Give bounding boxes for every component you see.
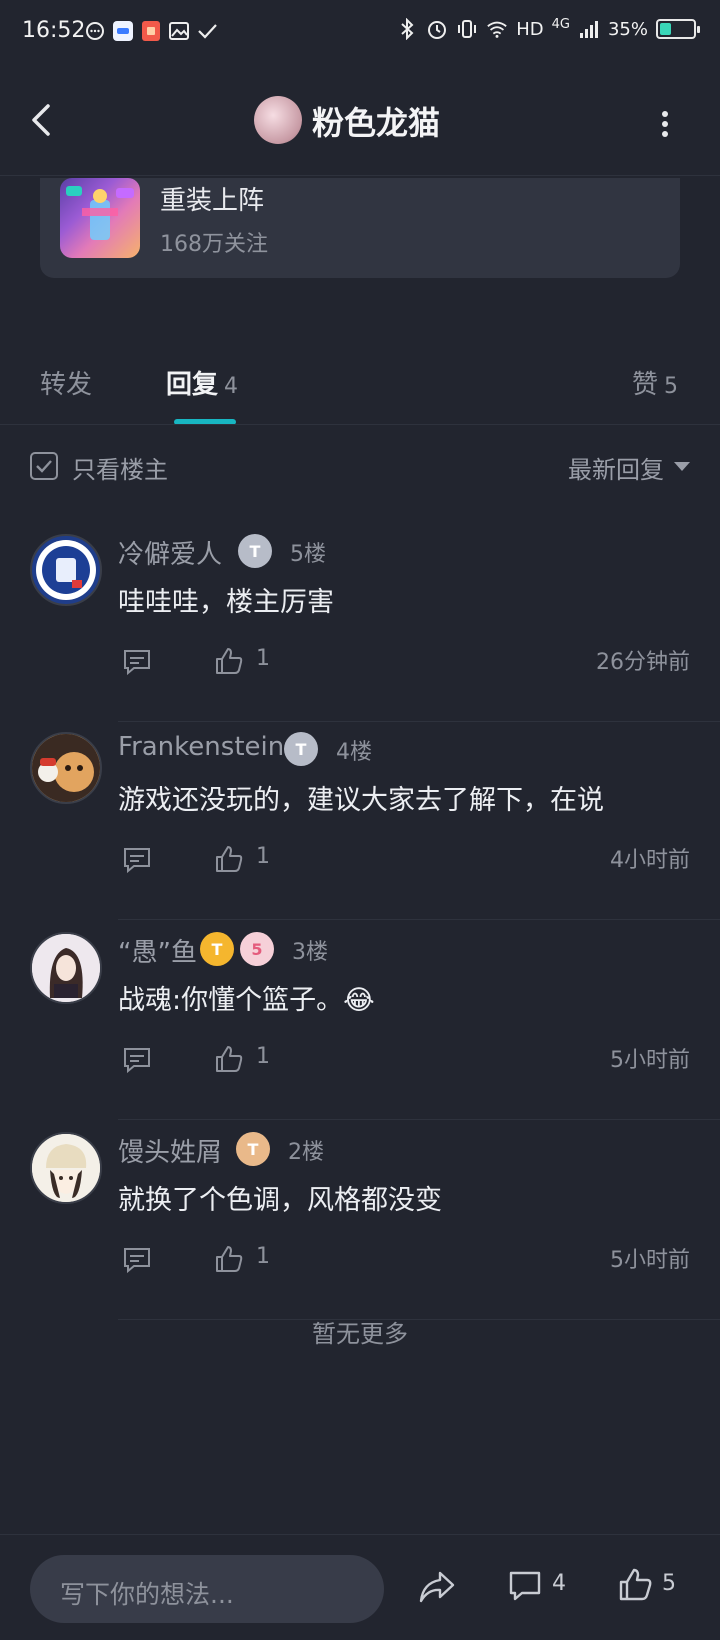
avatar[interactable]	[30, 534, 102, 606]
like-icon[interactable]	[214, 1244, 244, 1274]
bottom-action-bar: 写下你的想法... 4 5	[0, 1534, 720, 1640]
reply-item: 冷僻爱人 T 5楼 哇哇哇，楼主厉害 1 26分钟前	[0, 524, 720, 722]
image-icon	[168, 20, 190, 42]
tab-likes-label: 赞	[632, 370, 659, 400]
comment-icon	[509, 1571, 541, 1601]
alarm-icon	[426, 18, 448, 40]
status-time: 16:52	[22, 18, 86, 43]
share-icon	[419, 1571, 455, 1603]
reply-content: 哇哇哇，楼主厉害	[118, 587, 334, 618]
reply-item: 馒头姓屑 T 2楼 就换了个色调，风格都没变 1 5小时前	[0, 1122, 720, 1320]
reply-floor: 2楼	[288, 1140, 324, 1165]
bluetooth-icon	[396, 18, 418, 40]
page-title: 粉色龙猫	[312, 104, 441, 142]
comment-button[interactable]	[508, 1569, 542, 1603]
avatar[interactable]	[30, 732, 102, 804]
only-op-checkbox[interactable]	[30, 452, 58, 480]
only-op-label[interactable]: 只看楼主	[72, 450, 168, 485]
red-app-icon	[140, 20, 162, 42]
like-icon[interactable]	[214, 646, 244, 676]
chevron-left-icon	[32, 104, 50, 136]
chat-bubble-icon	[84, 20, 106, 42]
signal-icon	[578, 18, 600, 40]
like-count: 1	[256, 1244, 270, 1269]
reply-time: 5小时前	[610, 1248, 690, 1273]
more-vertical-icon	[662, 111, 668, 137]
reply-floor: 4楼	[336, 740, 372, 765]
reply-author[interactable]: Frankenstein	[118, 732, 284, 762]
reply-time: 4小时前	[610, 848, 690, 873]
signal-label: 4G	[551, 16, 570, 32]
back-button[interactable]	[24, 98, 64, 142]
reply-item: Frankenstein T 4楼 游戏还没玩的，建议大家去了解下，在说 1 4…	[0, 722, 720, 920]
no-more-text: 暂无更多	[312, 1320, 408, 1348]
reply-content: 战魂:你懂个篮子。😂	[118, 985, 375, 1016]
reply-author[interactable]: “愚”鱼	[118, 932, 197, 969]
battery-percent: 35%	[607, 18, 648, 40]
comment-icon[interactable]	[122, 1246, 152, 1274]
comment-count: 4	[552, 1571, 566, 1596]
like-count: 1	[256, 844, 270, 869]
comment-input-placeholder: 写下你的想法...	[60, 1580, 234, 1609]
level-badge-icon: 5	[240, 932, 274, 966]
avatar[interactable]	[30, 1132, 102, 1204]
forum-name: 重装上阵	[160, 186, 265, 216]
comment-icon[interactable]	[122, 648, 152, 676]
forum-followers: 168万关注	[160, 232, 268, 257]
reply-author[interactable]: 馒头姓屑	[118, 1132, 222, 1169]
reply-time: 5小时前	[610, 1048, 690, 1073]
battery-icon	[656, 19, 700, 39]
tab-repost-label: 转发	[40, 370, 93, 400]
like-count: 1	[256, 1044, 270, 1069]
top-nav-bar: 粉色龙猫	[0, 66, 720, 176]
comment-icon[interactable]	[122, 1046, 152, 1074]
comment-icon[interactable]	[122, 846, 152, 874]
level-badge-icon: T	[238, 534, 272, 568]
reply-content: 就换了个色调，风格都没变	[118, 1185, 442, 1216]
tab-replies[interactable]: 回复 4	[166, 364, 238, 401]
network-label: HD	[516, 18, 544, 40]
tab-repost[interactable]: 转发	[40, 364, 92, 401]
share-button[interactable]	[418, 1569, 456, 1605]
level-badge-icon: T	[284, 732, 318, 766]
more-button[interactable]	[650, 104, 680, 144]
like-icon	[619, 1568, 652, 1601]
status-right: HD 4G 35%	[396, 16, 700, 40]
tab-likes-count: 5	[664, 374, 679, 399]
battery-level	[660, 23, 671, 35]
level-badge-icon: T	[236, 1132, 270, 1166]
ifly-app-icon	[112, 20, 134, 42]
reply-floor: 5楼	[290, 542, 326, 567]
reply-item: “愚”鱼 T 5 3楼 战魂:你懂个篮子。😂 1 5小时前	[0, 922, 720, 1120]
wifi-icon	[486, 18, 508, 40]
tab-replies-label: 回复	[166, 370, 219, 400]
user-avatar[interactable]	[254, 96, 302, 144]
divider	[118, 1119, 720, 1120]
tab-likes[interactable]: 赞5	[632, 364, 678, 401]
like-icon[interactable]	[214, 1044, 244, 1074]
check-icon	[196, 20, 218, 42]
like-count: 1	[256, 646, 270, 671]
avatar[interactable]	[30, 932, 102, 1004]
comment-input[interactable]: 写下你的想法...	[30, 1555, 384, 1623]
divider	[0, 424, 720, 425]
vibrate-icon	[456, 18, 478, 40]
reply-time: 26分钟前	[596, 650, 690, 675]
like-count: 5	[662, 1571, 676, 1596]
forum-card[interactable]: 重装上阵 168万关注	[40, 178, 680, 278]
forum-thumbnail	[60, 178, 140, 258]
sort-dropdown[interactable]: 最新回复	[568, 450, 664, 485]
tab-replies-count: 4	[224, 374, 239, 399]
caret-down-icon[interactable]	[674, 462, 690, 471]
reply-content: 游戏还没玩的，建议大家去了解下，在说	[118, 785, 604, 816]
like-button[interactable]	[618, 1567, 652, 1603]
notification-icons	[84, 20, 218, 42]
reply-floor: 3楼	[292, 940, 328, 965]
check-icon	[36, 460, 52, 473]
like-icon[interactable]	[214, 844, 244, 874]
divider	[118, 919, 720, 920]
level-badge-icon: T	[200, 932, 234, 966]
reply-author[interactable]: 冷僻爱人	[118, 534, 222, 571]
status-bar: 16:52 HD 4G 35%	[0, 0, 720, 66]
